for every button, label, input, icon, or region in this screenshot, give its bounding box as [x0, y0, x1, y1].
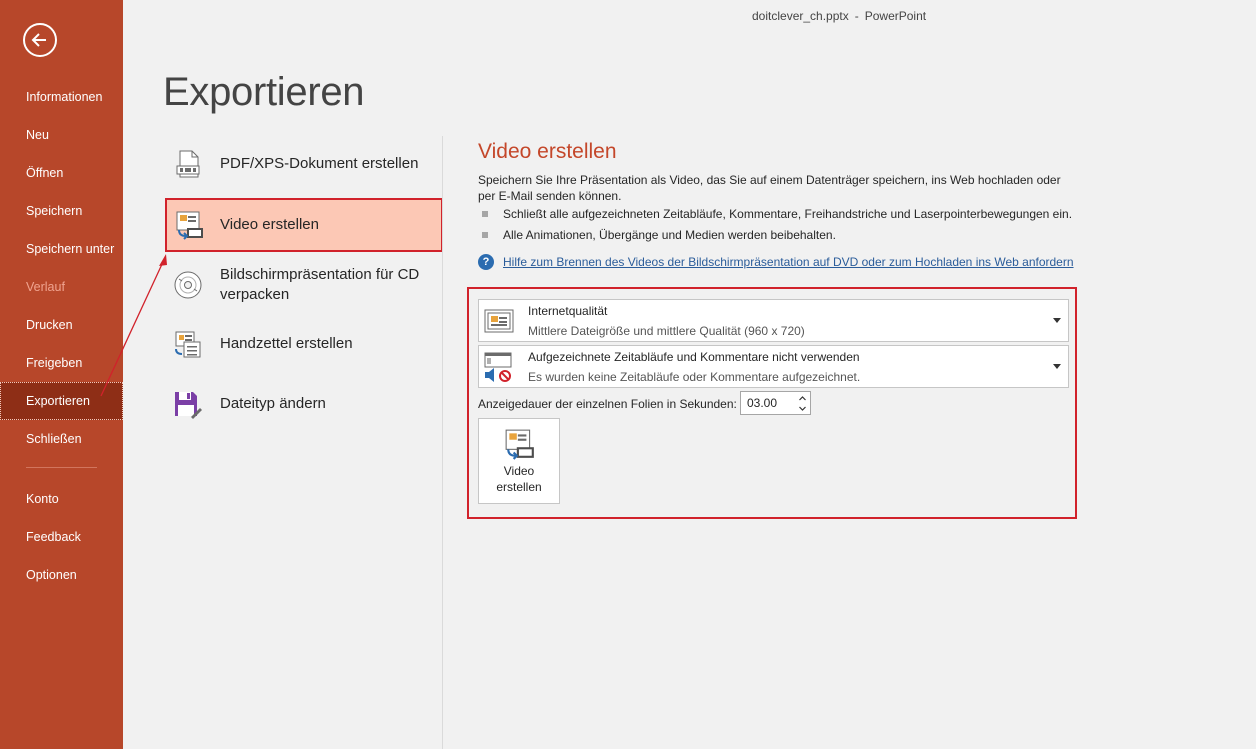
timings-main-text: Aufgezeichnete Zeitabläufe und Kommentar…: [528, 350, 860, 364]
section-title: Video erstellen: [478, 140, 617, 163]
column-divider: [442, 136, 443, 749]
export-option-filetype[interactable]: Dateityp ändern: [165, 384, 443, 424]
nav-exportieren[interactable]: Exportieren: [0, 382, 123, 420]
nav-neu[interactable]: Neu: [0, 116, 123, 154]
create-video-label: Video erstellen: [479, 463, 559, 495]
bullet-item: Alle Animationen, Übergänge und Medien w…: [482, 228, 836, 242]
back-arrow-icon: [31, 33, 46, 47]
nav-informationen[interactable]: Informationen: [0, 78, 123, 116]
nav-oeffnen[interactable]: Öffnen: [0, 154, 123, 192]
export-option-label: Bildschirmpräsentation für CD verpacken: [220, 266, 420, 303]
help-question-icon: ?: [478, 254, 494, 270]
backstage-sidebar: Informationen Neu Öffnen Speichern Speic…: [0, 0, 123, 749]
bullet-text: Alle Animationen, Übergänge und Medien w…: [503, 228, 836, 242]
handout-icon: [175, 331, 201, 358]
duration-label: Anzeigedauer der einzelnen Folien in Sek…: [478, 397, 737, 411]
nav-verlauf: Verlauf: [26, 280, 65, 294]
quality-dropdown[interactable]: Internetqualität Mittlere Dateigröße und…: [478, 299, 1069, 342]
nav-speichern-unter[interactable]: Speichern unter: [0, 230, 123, 268]
cd-package-icon: [174, 271, 202, 299]
nav-schliessen[interactable]: Schließen: [0, 420, 123, 458]
video-export-icon: [176, 211, 203, 240]
nav-drucken[interactable]: Drucken: [0, 306, 123, 344]
export-option-label: Dateityp ändern: [220, 395, 326, 412]
change-filetype-icon: [175, 392, 202, 419]
export-option-handout[interactable]: Handzettel erstellen: [165, 324, 443, 364]
window-title: doitclever_ch.pptx - PowerPoint: [752, 9, 926, 23]
bullet-text: Schließt alle aufgezeichneten Zeitabläuf…: [503, 207, 1073, 221]
presentation-quality-icon: [484, 309, 514, 333]
duration-spinner[interactable]: [740, 391, 811, 415]
help-link[interactable]: Hilfe zum Brennen des Videos der Bildsch…: [503, 255, 1074, 269]
pdf-document-icon: [176, 150, 200, 178]
page-title: Exportieren: [163, 70, 365, 114]
nav-konto[interactable]: Konto: [0, 480, 123, 518]
video-export-icon: [505, 429, 534, 460]
help-row: ? Hilfe zum Brennen des Videos der Bilds…: [478, 254, 1074, 270]
create-video-button[interactable]: Video erstellen: [478, 418, 560, 504]
bullet-square-icon: [482, 232, 488, 238]
window-title-separator: -: [854, 9, 859, 23]
section-description: Speichern Sie Ihre Präsentation als Vide…: [478, 173, 1061, 203]
spinner-up-icon[interactable]: [798, 394, 807, 403]
nav-optionen[interactable]: Optionen: [0, 556, 123, 594]
export-option-label: Video erstellen: [220, 216, 319, 233]
spinner-down-icon[interactable]: [798, 404, 807, 413]
nav-feedback[interactable]: Feedback: [0, 518, 123, 556]
back-button[interactable]: [23, 23, 57, 57]
bullet-square-icon: [482, 211, 488, 217]
window-app-name: PowerPoint: [864, 9, 927, 23]
export-option-pdf[interactable]: PDF/XPS-Dokument erstellen: [165, 144, 443, 184]
timings-narration-icon: [484, 352, 512, 382]
quality-main-text: Internetqualität: [528, 304, 608, 318]
export-option-label: PDF/XPS-Dokument erstellen: [220, 155, 419, 172]
create-video-label-line2: erstellen: [496, 480, 542, 494]
duration-input[interactable]: [741, 392, 797, 414]
nav-speichern[interactable]: Speichern: [0, 192, 123, 230]
chevron-down-icon: [1053, 318, 1061, 323]
timings-dropdown[interactable]: Aufgezeichnete Zeitabläufe und Kommentar…: [478, 345, 1069, 388]
chevron-down-icon: [1053, 364, 1061, 369]
export-option-video[interactable]: Video erstellen: [165, 198, 443, 252]
bullet-item: Schließt alle aufgezeichneten Zeitabläuf…: [482, 207, 1072, 221]
timings-sub-text: Es wurden keine Zeitabläufe oder Komment…: [528, 370, 861, 384]
sidebar-divider: [26, 467, 97, 468]
nav-freigeben[interactable]: Freigeben: [0, 344, 123, 382]
create-video-label-line1: Video: [503, 464, 535, 478]
export-option-label: Handzettel erstellen: [220, 335, 353, 352]
quality-sub-text: Mittlere Dateigröße und mittlere Qualitä…: [528, 324, 805, 338]
export-option-cd[interactable]: Bildschirmpräsentation für CD verpacken: [165, 262, 435, 308]
window-filename: doitclever_ch.pptx: [752, 9, 849, 23]
